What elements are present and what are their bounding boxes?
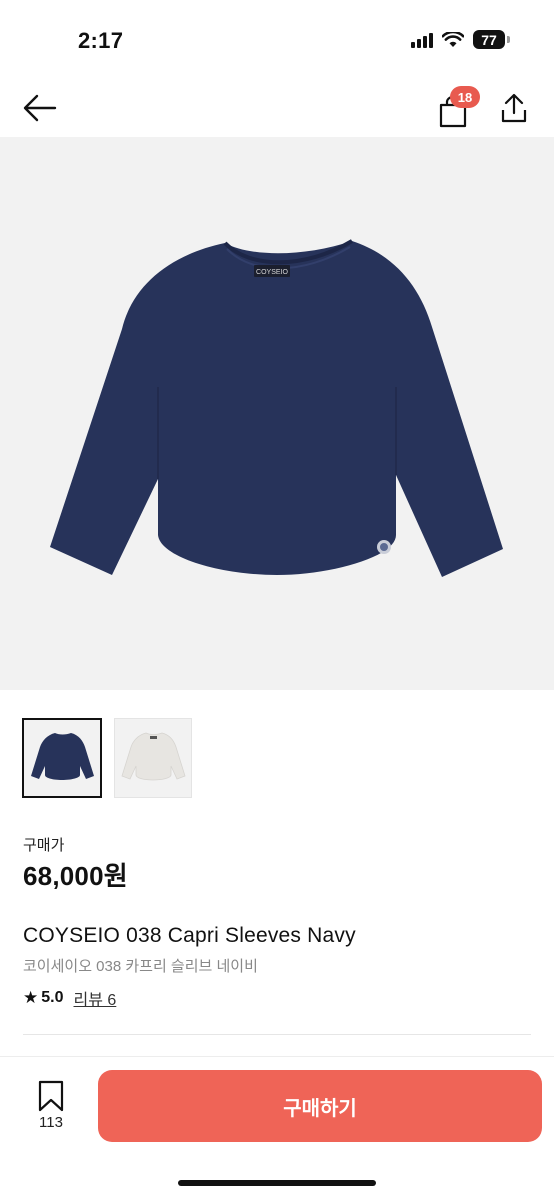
arrow-left-icon (23, 94, 57, 122)
thumbnail-navy[interactable] (22, 718, 102, 798)
cart-count-badge: 18 (450, 86, 480, 108)
cart-button[interactable]: 18 (432, 86, 480, 128)
battery-icon: 77 (473, 30, 510, 49)
top-nav: 18 (0, 80, 554, 136)
hero-brand-label: COYSEIO (256, 269, 288, 276)
wishlist-count: 113 (39, 1114, 63, 1131)
share-button[interactable] (496, 88, 532, 128)
status-time: 2:17 (78, 28, 124, 53)
buy-button[interactable]: 구매하기 (98, 1070, 542, 1142)
product-rating: ★ 5.0 리뷰 6 (23, 986, 116, 1010)
bookmark-icon (38, 1080, 64, 1112)
white-tshirt-thumb (121, 732, 186, 781)
home-indicator (178, 1180, 376, 1186)
reviews-link[interactable]: 리뷰 6 (74, 986, 117, 1010)
bottom-bar-divider (0, 1056, 554, 1057)
product-title-ko: 코이세이오 038 카프리 슬리브 네이비 (23, 958, 258, 975)
star-icon: ★ (23, 988, 39, 1007)
wishlist-button[interactable]: 113 (24, 1080, 78, 1131)
share-icon (501, 93, 527, 123)
battery-level: 77 (473, 30, 505, 49)
wifi-icon (442, 31, 464, 47)
status-bar: 2:17 77 (0, 0, 554, 80)
rating-score: 5.0 (41, 989, 64, 1006)
cellular-signal-icon (411, 32, 433, 48)
status-icons: 77 (411, 30, 510, 49)
thumbnail-white[interactable] (114, 718, 192, 798)
navy-tshirt-thumb (31, 733, 94, 780)
navy-tshirt-image: COYSEIO (50, 239, 503, 577)
thumbnail-strip (22, 718, 192, 798)
price-label: 구매가 (23, 837, 65, 854)
product-price: 68,000원 (23, 861, 128, 891)
product-title-en: COYSEIO 038 Capri Sleeves Navy (23, 924, 356, 947)
divider (23, 1034, 531, 1035)
back-button[interactable] (20, 88, 60, 128)
product-hero-image[interactable]: COYSEIO (0, 137, 554, 690)
